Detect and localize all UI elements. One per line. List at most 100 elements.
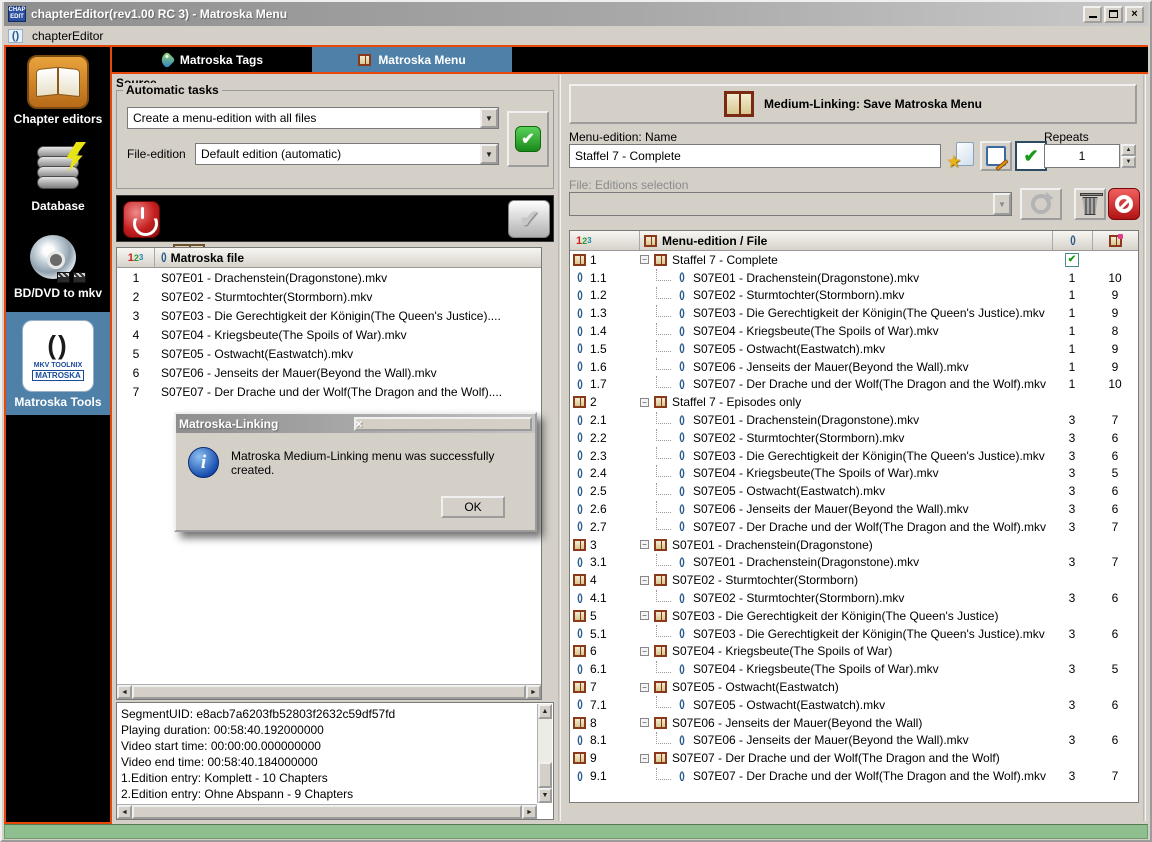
table-row[interactable]: 6 S07E06 - Jenseits der Mauer(Beyond the… xyxy=(117,363,541,382)
tree-row[interactable]: 3 − S07E01 - Drachenstein(Dragonstone) xyxy=(570,536,1138,554)
maximize-button[interactable] xyxy=(1104,5,1123,23)
apply-task-button[interactable]: ✔ xyxy=(507,111,549,167)
save-matroska-menu-button[interactable]: Medium-Linking: Save Matroska Menu xyxy=(569,84,1137,124)
row-type-icon xyxy=(573,752,586,765)
table-row[interactable]: 3 S07E03 - Die Gerechtigkeit der Königin… xyxy=(117,306,541,325)
tree-row[interactable]: 1.7 − S07E07 - Der Drache und der Wolf(T… xyxy=(570,375,1138,394)
delete-button[interactable] xyxy=(1074,188,1106,220)
tree-row[interactable]: 8 − S07E06 - Jenseits der Mauer(Beyond t… xyxy=(570,714,1138,732)
tree-row[interactable]: 2.7 − S07E07 - Der Drache und der Wolf(T… xyxy=(570,518,1138,536)
collapse-toggle[interactable]: − xyxy=(640,255,649,265)
tree-row[interactable]: 4.1 − S07E02 - Sturmtochter(Stormborn).m… xyxy=(570,589,1138,607)
row-type-icon xyxy=(675,308,688,319)
collapse-toggle[interactable]: − xyxy=(640,575,649,585)
minimize-button[interactable] xyxy=(1083,5,1102,23)
file-edition-select[interactable]: Default edition (automatic) ▼ xyxy=(195,143,499,165)
tab-matroska-tags[interactable]: Matroska Tags xyxy=(112,47,312,72)
chapters-column-header[interactable] xyxy=(1092,231,1138,250)
collapse-toggle[interactable]: − xyxy=(640,682,649,692)
scroll-right-icon[interactable]: ► xyxy=(522,805,537,819)
table-row[interactable]: 7 S07E07 - Der Drache und der Wolf(The D… xyxy=(117,382,541,401)
tree-row[interactable]: 2.6 − S07E06 - Jenseits der Mauer(Beyond… xyxy=(570,500,1138,518)
row-type-icon xyxy=(573,450,586,461)
sidebar-item-chapter-editors[interactable]: Chapter editors xyxy=(6,47,110,132)
collapse-toggle[interactable]: − xyxy=(640,753,649,763)
tree-row[interactable]: 9 − S07E07 - Der Drache und der Wolf(The… xyxy=(570,749,1138,767)
number-column-header[interactable]: 123 xyxy=(117,248,155,267)
scroll-up-icon[interactable]: ▲ xyxy=(538,704,552,719)
dialog-close-button[interactable]: × xyxy=(353,416,532,431)
ok-button[interactable]: OK xyxy=(441,496,505,518)
edit-name-button[interactable] xyxy=(980,141,1012,172)
chevron-down-icon[interactable]: ▼ xyxy=(480,108,498,128)
table-row[interactable]: 5 S07E05 - Ostwacht(Eastwatch).mkv xyxy=(117,344,541,363)
tree-row[interactable]: 1.3 − S07E03 - Die Gerechtigkeit der Kön… xyxy=(570,304,1138,322)
menu-item-chaptereditor[interactable]: chapterEditor xyxy=(28,28,107,44)
tree-row[interactable]: 3.1 − S07E01 - Drachenstein(Dragonstone)… xyxy=(570,553,1138,572)
sidebar-item-matroska-tools[interactable]: () MKV TOOLNIX MATROSKA Matroska Tools xyxy=(6,312,110,415)
notepad-icon xyxy=(986,146,1009,172)
file-column-header[interactable]: () Matroska file xyxy=(155,248,541,267)
tree-row[interactable]: 2.2 − S07E02 - Sturmtochter(Stormborn).m… xyxy=(570,429,1138,447)
tree-row[interactable]: 5.1 − S07E03 - Die Gerechtigkeit der Kön… xyxy=(570,625,1138,643)
cancel-button[interactable] xyxy=(1108,188,1140,220)
tree-row[interactable]: 7.1 − S07E05 - Ostwacht(Eastwatch).mkv 3… xyxy=(570,696,1138,714)
tree-row[interactable]: 1.4 − S07E04 - Kriegsbeute(The Spoils of… xyxy=(570,322,1138,340)
menu-edition-file-column-header[interactable]: Menu-edition / File xyxy=(640,231,1052,250)
tree-row[interactable]: 1.2 − S07E02 - Sturmtochter(Stormborn).m… xyxy=(570,286,1138,305)
collapse-toggle[interactable]: − xyxy=(640,718,649,728)
tree-row[interactable]: 7 − S07E05 - Ostwacht(Eastwatch) xyxy=(570,678,1138,696)
tree-row[interactable]: 2.4 − S07E04 - Kriegsbeute(The Spoils of… xyxy=(570,464,1138,483)
table-row[interactable]: 2 S07E02 - Sturmtochter(Stormborn).mkv xyxy=(117,287,541,306)
table-row[interactable]: 1 S07E01 - Drachenstein(Dragonstone).mkv xyxy=(117,268,541,287)
tree-row[interactable]: 8.1 − S07E06 - Jenseits der Mauer(Beyond… xyxy=(570,731,1138,750)
scrollbar-thumb[interactable] xyxy=(132,685,526,699)
tree-row[interactable]: 2.3 − S07E03 - Die Gerechtigkeit der Kön… xyxy=(570,447,1138,465)
tree-row[interactable]: 2.5 − S07E05 - Ostwacht(Eastwatch).mkv 3… xyxy=(570,482,1138,500)
scroll-right-icon[interactable]: ► xyxy=(526,685,541,699)
tree-row[interactable]: 4 − S07E02 - Sturmtochter(Stormborn) xyxy=(570,571,1138,589)
tree-row[interactable]: 2.1 − S07E01 - Drachenstein(Dragonstone)… xyxy=(570,411,1138,429)
chapter-count: 10 xyxy=(1108,270,1122,285)
tree-row[interactable]: 6 − S07E04 - Kriegsbeute(The Spoils of W… xyxy=(570,643,1138,661)
tree-row[interactable]: 2 − Staffel 7 - Episodes only xyxy=(570,393,1138,411)
confirm-name-button[interactable]: ✔ xyxy=(1015,141,1047,171)
tab-matroska-menu[interactable]: Matroska Menu xyxy=(312,47,512,72)
panel-splitter[interactable] xyxy=(558,75,561,821)
spin-down-icon[interactable]: ▼ xyxy=(1121,156,1136,168)
tree-branch-line xyxy=(656,660,671,673)
repeats-input[interactable]: 1 xyxy=(1044,144,1120,168)
scroll-down-icon[interactable]: ▼ xyxy=(538,788,552,803)
sidebar-item-database[interactable]: Database xyxy=(6,138,110,219)
confirm-button[interactable]: ✔ xyxy=(508,200,550,238)
sidebar-item-bddvd-to-mkv[interactable]: BD/DVD to mkv xyxy=(6,227,110,306)
chevron-down-icon[interactable]: ▼ xyxy=(480,144,498,164)
tree-row[interactable]: 9.1 − S07E07 - Der Drache und der Wolf(T… xyxy=(570,767,1138,785)
tree-row[interactable]: 5 − S07E03 - Die Gerechtigkeit der König… xyxy=(570,607,1138,625)
scrollbar-thumb[interactable] xyxy=(538,762,552,788)
collapse-toggle[interactable]: − xyxy=(640,611,649,621)
menu-edition-name-input[interactable] xyxy=(569,144,941,168)
scrollbar-thumb[interactable] xyxy=(132,805,522,819)
tree-row[interactable]: 1.5 − S07E05 - Ostwacht(Eastwatch).mkv 1… xyxy=(570,340,1138,358)
file-table-hscrollbar[interactable]: ◄ ► xyxy=(117,684,541,699)
tree-row[interactable]: 6.1 − S07E04 - Kriegsbeute(The Spoils of… xyxy=(570,660,1138,678)
task-select[interactable]: Create a menu-edition with all files ▼ xyxy=(127,107,499,129)
tree-row[interactable]: 1.6 − S07E06 - Jenseits der Mauer(Beyond… xyxy=(570,358,1138,376)
file-count-column-header[interactable]: () xyxy=(1052,231,1092,250)
scroll-left-icon[interactable]: ◄ xyxy=(117,685,132,699)
collapse-toggle[interactable]: − xyxy=(640,646,649,656)
info-vscrollbar[interactable]: ▲ ▼ xyxy=(537,704,552,803)
load-name-button[interactable]: ★ xyxy=(946,142,974,171)
info-hscrollbar[interactable]: ◄ ► xyxy=(117,804,537,819)
tree-row[interactable]: 1 − Staffel 7 - Complete ✔ xyxy=(570,251,1138,269)
scroll-left-icon[interactable]: ◄ xyxy=(117,805,132,819)
spin-up-icon[interactable]: ▲ xyxy=(1121,144,1136,156)
collapse-toggle[interactable]: − xyxy=(640,397,649,407)
collapse-toggle[interactable]: − xyxy=(640,540,649,550)
close-button[interactable]: × xyxy=(1125,5,1144,23)
tree-row[interactable]: 1.1 − S07E01 - Drachenstein(Dragonstone)… xyxy=(570,269,1138,287)
table-row[interactable]: 4 S07E04 - Kriegsbeute(The Spoils of War… xyxy=(117,325,541,344)
power-button[interactable] xyxy=(123,201,160,238)
number-column-header[interactable]: 123 xyxy=(570,231,640,250)
